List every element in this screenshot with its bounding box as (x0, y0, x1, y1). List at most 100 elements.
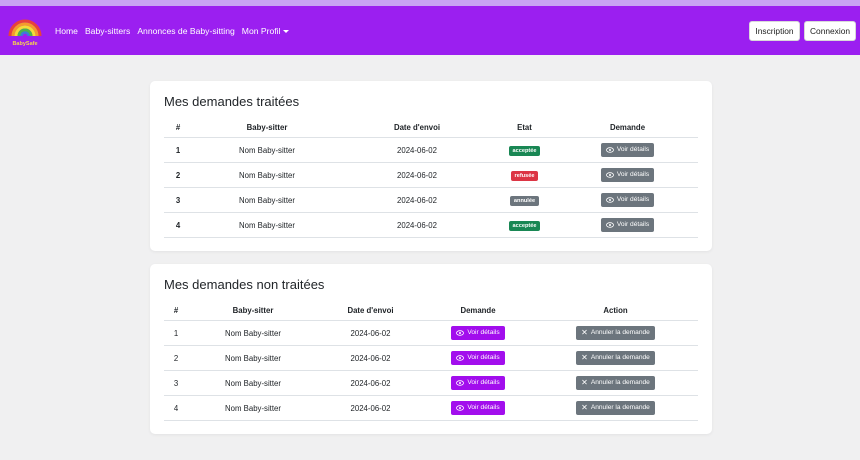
row-sitter: Nom Baby-sitter (192, 212, 342, 238)
table-row: 4 Nom Baby-sitter 2024-06-02 Voir détail… (164, 395, 698, 421)
row-date: 2024-06-02 (342, 162, 492, 188)
col-header-action: Action (533, 300, 698, 321)
row-num: 3 (164, 370, 188, 396)
status-badge: annulée (509, 195, 540, 206)
eye-icon (456, 405, 465, 411)
cancel-request-label: Annuler la demande (590, 354, 650, 361)
nav-link-home[interactable]: Home (55, 26, 78, 36)
table-row: 3 Nom Baby-sitter 2024-06-02 Voir détail… (164, 370, 698, 396)
pending-requests-table: # Baby-sitter Date d'envoi Demande Actio… (164, 300, 698, 421)
col-header-date: Date d'envoi (318, 300, 423, 321)
row-num: 2 (164, 345, 188, 371)
eye-icon (605, 197, 614, 203)
nav-links: Home Baby-sitters Annonces de Baby-sitti… (55, 6, 290, 55)
table-row: 3 Nom Baby-sitter 2024-06-02 annulée Voi… (164, 187, 698, 213)
view-details-button[interactable]: Voir détails (600, 218, 655, 232)
cancel-request-button[interactable]: ✕ Annuler la demande (576, 376, 655, 390)
table-row: 2 Nom Baby-sitter 2024-06-02 refusée Voi… (164, 162, 698, 188)
eye-icon (456, 330, 465, 336)
eye-icon (456, 380, 465, 386)
close-icon: ✕ (581, 378, 588, 387)
row-sitter: Nom Baby-sitter (188, 395, 318, 421)
status-badge: refusée (510, 170, 539, 181)
view-details-label: Voir détails (467, 354, 500, 361)
row-sitter: Nom Baby-sitter (188, 370, 318, 396)
row-num: 1 (164, 137, 192, 163)
view-details-button[interactable]: Voir détails (600, 143, 655, 157)
status-badge: acceptée (508, 145, 541, 156)
view-details-button[interactable]: Voir détails (451, 376, 505, 390)
connexion-button[interactable]: Connexion (804, 21, 856, 41)
col-header-num: # (164, 300, 188, 321)
close-icon: ✕ (581, 353, 588, 362)
row-num: 3 (164, 187, 192, 213)
cancel-request-label: Annuler la demande (590, 329, 650, 336)
row-sitter: Nom Baby-sitter (188, 345, 318, 371)
view-details-label: Voir détails (616, 196, 650, 203)
nav-link-baby-sitters[interactable]: Baby-sitters (85, 26, 130, 36)
cancel-request-button[interactable]: ✕ Annuler la demande (576, 401, 655, 415)
logo-text: BabySafe (12, 41, 37, 47)
row-sitter: Nom Baby-sitter (192, 137, 342, 163)
view-details-label: Voir détails (616, 171, 650, 178)
row-num: 1 (164, 320, 188, 346)
status-badge: acceptée (508, 220, 541, 231)
row-num: 4 (164, 395, 188, 421)
view-details-button[interactable]: Voir détails (600, 168, 655, 182)
row-num: 4 (164, 212, 192, 238)
table-row: 1 Nom Baby-sitter 2024-06-02 Voir détail… (164, 320, 698, 346)
view-details-button[interactable]: Voir détails (451, 401, 505, 415)
view-details-button[interactable]: Voir détails (451, 351, 505, 365)
navbar: BabySafe Home Baby-sitters Annonces de B… (0, 6, 860, 55)
col-header-request: Demande (423, 300, 533, 321)
col-header-request: Demande (557, 117, 698, 138)
col-header-sitter: Baby-sitter (188, 300, 318, 321)
treated-requests-title: Mes demandes traitées (164, 94, 300, 109)
nav-link-annonces[interactable]: Annonces de Baby-sitting (137, 26, 234, 36)
chevron-down-icon (283, 29, 290, 33)
row-date: 2024-06-02 (342, 212, 492, 238)
view-details-label: Voir détails (616, 221, 650, 228)
row-date: 2024-06-02 (318, 395, 423, 421)
row-sitter: Nom Baby-sitter (192, 187, 342, 213)
treated-requests-card: Mes demandes traitées # Baby-sitter Date… (150, 81, 712, 251)
col-header-status: Etat (492, 117, 557, 138)
close-icon: ✕ (581, 328, 588, 337)
nav-link-mon-profil[interactable]: Mon Profil (242, 26, 290, 36)
mon-profil-label: Mon Profil (241, 25, 281, 36)
row-date: 2024-06-02 (318, 320, 423, 346)
table-row: 2 Nom Baby-sitter 2024-06-02 Voir détail… (164, 345, 698, 371)
view-details-label: Voir détails (467, 329, 500, 336)
eye-icon (605, 147, 614, 153)
view-details-label: Voir détails (467, 404, 500, 411)
pending-requests-card: Mes demandes non traitées # Baby-sitter … (150, 264, 712, 434)
view-details-label: Voir détails (467, 379, 500, 386)
row-date: 2024-06-02 (342, 137, 492, 163)
eye-icon (456, 355, 465, 361)
view-details-button[interactable]: Voir détails (600, 193, 655, 207)
row-num: 2 (164, 162, 192, 188)
pending-requests-title: Mes demandes non traitées (164, 277, 325, 292)
table-header-row: # Baby-sitter Date d'envoi Demande Actio… (164, 300, 698, 321)
table-row: 1 Nom Baby-sitter 2024-06-02 acceptée Vo… (164, 137, 698, 163)
row-sitter: Nom Baby-sitter (188, 320, 318, 346)
view-details-label: Voir détails (616, 146, 650, 153)
row-sitter: Nom Baby-sitter (192, 162, 342, 188)
inscription-button[interactable]: Inscription (749, 21, 800, 41)
treated-requests-table: # Baby-sitter Date d'envoi Etat Demande … (164, 117, 698, 238)
cancel-request-button[interactable]: ✕ Annuler la demande (576, 351, 655, 365)
table-header-row: # Baby-sitter Date d'envoi Etat Demande (164, 117, 698, 138)
row-date: 2024-06-02 (342, 187, 492, 213)
eye-icon (605, 222, 614, 228)
view-details-button[interactable]: Voir détails (451, 326, 505, 340)
row-date: 2024-06-02 (318, 345, 423, 371)
col-header-date: Date d'envoi (342, 117, 492, 138)
col-header-sitter: Baby-sitter (192, 117, 342, 138)
cancel-request-label: Annuler la demande (590, 404, 650, 411)
close-icon: ✕ (581, 403, 588, 412)
cancel-request-label: Annuler la demande (590, 379, 650, 386)
babysafe-logo[interactable]: BabySafe (7, 12, 43, 50)
eye-icon (605, 172, 614, 178)
col-header-num: # (164, 117, 192, 138)
cancel-request-button[interactable]: ✕ Annuler la demande (576, 326, 655, 340)
